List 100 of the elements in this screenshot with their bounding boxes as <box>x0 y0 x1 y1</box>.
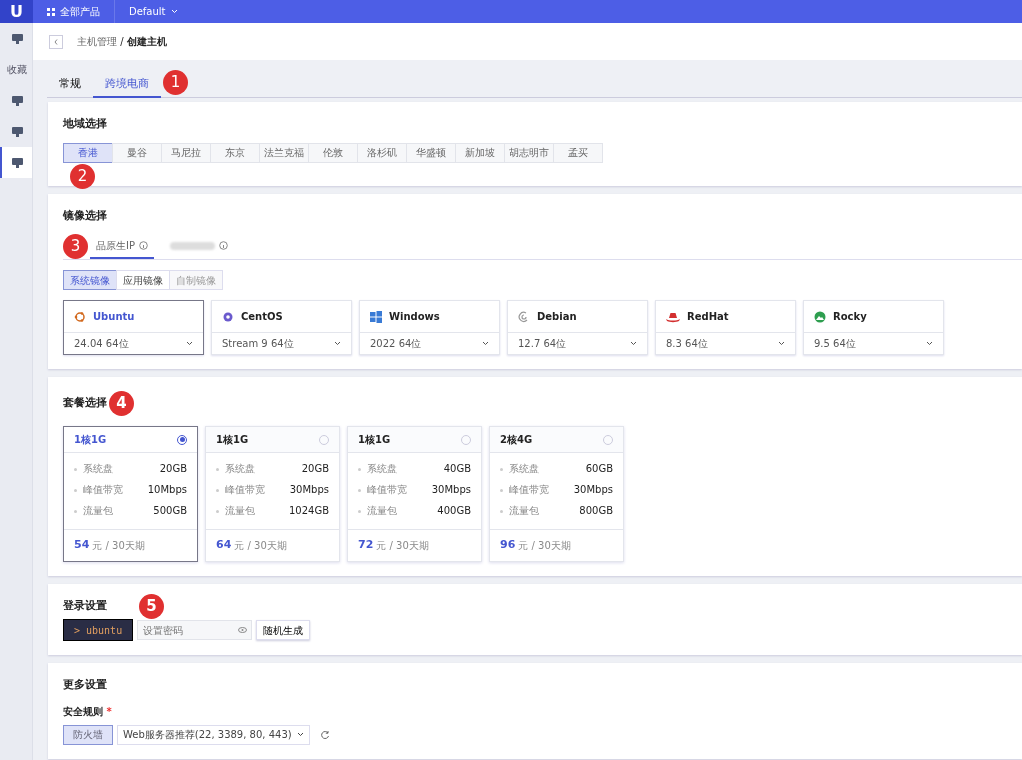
price: 64 <box>216 537 232 554</box>
spec-value: 20GB <box>159 462 187 476</box>
username-tag: > ubuntu <box>63 619 134 641</box>
spec-value: 400GB <box>437 504 471 518</box>
spec-value: 40GB <box>443 462 471 476</box>
sidebar-icon[interactable] <box>11 33 23 44</box>
price: 72 <box>358 537 374 554</box>
required-mark: * <box>106 705 112 717</box>
version-select[interactable]: 12.7 64位 <box>508 333 647 354</box>
section-title: 更多设置 <box>63 677 108 693</box>
generate-button[interactable]: 随机生成 <box>256 620 311 640</box>
price: 54 <box>74 537 90 554</box>
chevron-icon <box>334 341 341 346</box>
region-option[interactable]: 新加坡 <box>455 142 505 163</box>
plan-card[interactable]: 1核1G 系统盘 20GB 峰值带宽 10Mbps 流量包 500GB 54 元 / 30天期 <box>63 426 198 562</box>
os-name: RedHat <box>687 310 729 324</box>
os-card[interactable]: Ubuntu 24.04 64位 <box>63 300 204 355</box>
sidebar-icon[interactable] <box>11 126 23 137</box>
spec-label: 流量包 <box>216 503 255 518</box>
breadcrumb-link[interactable]: 主机管理 <box>77 36 117 47</box>
sidebar-label: 收藏 <box>7 63 27 77</box>
spec-value: 1024GB <box>288 504 329 518</box>
firewall-button[interactable]: 防火墙 <box>63 724 113 745</box>
annotation-marker: 1 <box>163 70 188 95</box>
help-icon <box>219 241 228 250</box>
section-title: 镜像选择 <box>63 207 108 224</box>
plan-card[interactable]: 1核1G 系统盘 40GB 峰值带宽 30Mbps 流量包 400GB 72 元 / 30天期 <box>347 426 482 562</box>
spec-label: 峰值带宽 <box>216 482 265 497</box>
plan-name: 1核1G <box>74 433 107 447</box>
chevron-icon <box>186 341 193 346</box>
annotation-marker: 3 <box>63 234 88 259</box>
section-title: 地域选择 <box>63 116 108 132</box>
spec-label: 流量包 <box>358 503 397 518</box>
region-option[interactable]: 孟买 <box>553 142 603 163</box>
chevron-icon <box>296 732 304 737</box>
grid-icon <box>47 7 55 16</box>
annotation-marker: 5 <box>139 594 164 619</box>
password-field[interactable]: 设置密码 <box>137 620 253 640</box>
os-card[interactable]: CentOS Stream 9 64位 <box>211 300 352 355</box>
price-unit: 元 / 30天期 <box>234 539 287 553</box>
spec-value: 800GB <box>579 504 613 518</box>
os-card[interactable]: Debian 12.7 64位 <box>507 300 648 355</box>
products-menu[interactable]: 全部产品 <box>60 4 100 19</box>
sidebar-icon[interactable] <box>11 157 23 168</box>
rule-select[interactable]: Web服务器推荐(22, 3389, 80, 443) <box>117 724 310 745</box>
region-option[interactable]: 洛杉矶 <box>357 142 407 163</box>
version-select[interactable]: 8.3 64位 <box>656 333 795 354</box>
image-tab[interactable]: 品原生IP <box>90 234 154 259</box>
region-option[interactable]: 伦敦 <box>308 142 358 163</box>
logo[interactable]: U <box>0 0 33 23</box>
spec-value: 10Mbps <box>147 483 187 497</box>
version-select[interactable]: 24.04 64位 <box>64 333 203 354</box>
spec-value: 500GB <box>153 504 187 518</box>
os-card[interactable]: Windows 2022 64位 <box>359 300 500 355</box>
chevron-left-icon <box>54 38 58 45</box>
os-card[interactable]: Rocky 9.5 64位 <box>803 300 944 355</box>
version-select[interactable]: Stream 9 64位 <box>212 333 351 354</box>
os-name: Windows <box>389 310 440 324</box>
os-card[interactable]: RedHat 8.3 64位 <box>655 300 796 355</box>
version-select[interactable]: 9.5 64位 <box>804 333 943 354</box>
version-select[interactable]: 2022 64位 <box>360 333 499 354</box>
price-unit: 元 / 30天期 <box>92 539 145 553</box>
refresh-icon[interactable] <box>319 729 330 740</box>
field-label: 安全规则 <box>63 705 103 717</box>
region-option[interactable]: 东京 <box>210 142 260 163</box>
price: 96 <box>500 537 516 554</box>
project-dropdown[interactable]: Default <box>115 0 192 23</box>
spec-label: 系统盘 <box>500 461 539 476</box>
hat-icon <box>666 310 680 323</box>
price-unit: 元 / 30天期 <box>518 539 571 553</box>
region-option[interactable]: 马尼拉 <box>161 142 211 163</box>
spec-label: 峰值带宽 <box>74 482 123 497</box>
os-name: CentOS <box>241 310 283 324</box>
plan-name: 1核1G <box>216 433 249 447</box>
sidebar-icon[interactable] <box>11 95 23 106</box>
spec-label: 系统盘 <box>74 461 113 476</box>
image-type-tab[interactable]: 应用镜像 <box>116 270 170 290</box>
image-type-tab[interactable]: 系统镜像 <box>63 270 117 290</box>
spec-label: 流量包 <box>74 503 113 518</box>
eye-icon[interactable] <box>238 627 248 633</box>
windows-icon <box>370 310 382 323</box>
region-option[interactable]: 香港 <box>63 142 113 163</box>
plan-name: 2核4G <box>500 433 533 447</box>
tab[interactable]: 跨境电商 <box>93 72 161 98</box>
region-option[interactable]: 法兰克福 <box>259 142 309 163</box>
region-option[interactable]: 华盛顿 <box>406 142 456 163</box>
chevron-icon <box>482 341 489 346</box>
plan-card[interactable]: 1核1G 系统盘 20GB 峰值带宽 30Mbps 流量包 1024GB 64 元 / 30天期 <box>205 426 340 562</box>
help-icon <box>139 241 148 250</box>
tab[interactable]: 常规 <box>47 72 93 98</box>
plan-name: 1核1G <box>358 433 391 447</box>
region-option[interactable]: 胡志明市 <box>504 142 554 163</box>
spec-value: 30Mbps <box>431 483 471 497</box>
chevron-icon <box>926 341 933 346</box>
plan-card[interactable]: 2核4G 系统盘 60GB 峰值带宽 30Mbps 流量包 800GB 96 元 / 30天期 <box>489 426 624 562</box>
section-title: 登录设置 <box>63 598 107 615</box>
os-name: Rocky <box>833 310 867 324</box>
chevron-icon <box>630 341 637 346</box>
annotation-marker: 4 <box>109 391 134 416</box>
region-option[interactable]: 曼谷 <box>112 142 162 163</box>
